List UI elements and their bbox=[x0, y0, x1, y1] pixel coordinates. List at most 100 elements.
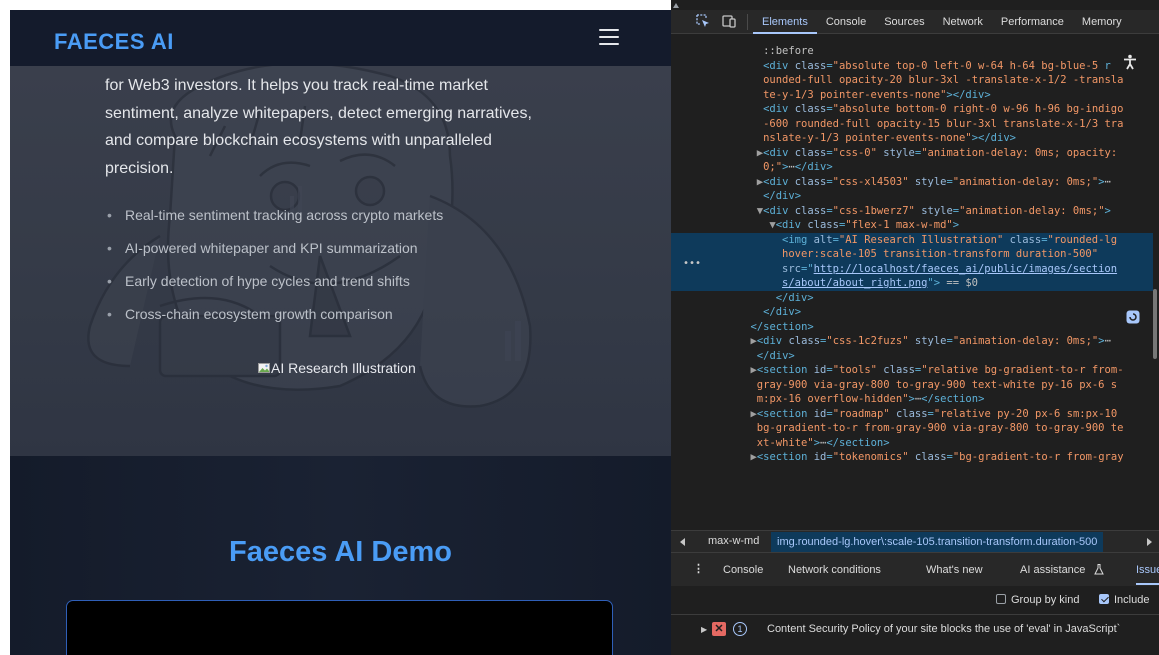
tab-sources[interactable]: Sources bbox=[875, 10, 933, 34]
dom-token-tag: </div> bbox=[763, 306, 802, 318]
dom-token-val: "AI Research Illustration" bbox=[838, 233, 1010, 246]
dom-node-line[interactable]: gray-900 via-gray-800 to-gray-900 text-w… bbox=[757, 378, 1117, 393]
dom-node-line[interactable]: ▼<div class="css-1bwerz7" style="animati… bbox=[757, 204, 1111, 219]
dom-token-val: "rounded-lg bbox=[1047, 233, 1118, 246]
dom-node-line[interactable]: </section> bbox=[751, 320, 814, 335]
dom-node-line[interactable]: te-y-1/3 pointer-events-none"></div> bbox=[763, 88, 991, 103]
dom-token-tag: </section> bbox=[750, 320, 814, 333]
group-by-kind-checkbox[interactable]: Group by kind bbox=[996, 594, 1079, 606]
dom-token-pseudo: == $0 bbox=[946, 277, 978, 289]
drawer-tabs: ⋮ Console Network conditions What's new … bbox=[671, 552, 1159, 586]
dom-node-line[interactable]: ▶<div class="css-1c2fuzs" style="animati… bbox=[751, 334, 1111, 349]
drawer-tab-whats-new[interactable]: What's new bbox=[926, 564, 983, 576]
dom-token-tag: </div> bbox=[775, 291, 814, 304]
dom-tree[interactable]: ::before <div class="absolute top-0 left-… bbox=[671, 34, 1159, 530]
dom-token-val: "absolute top-0 left-0 w-64 h-64 bg-blue… bbox=[832, 59, 1099, 72]
dom-node-line-selected[interactable]: <img alt="AI Research Illustration" clas… bbox=[671, 232, 1153, 247]
breadcrumb-item-max-w-md[interactable]: max-w-md bbox=[708, 535, 759, 547]
breadcrumb-left-icon[interactable] bbox=[679, 538, 687, 546]
dom-node-line[interactable]: </div> bbox=[757, 349, 795, 364]
dom-node-line-selected[interactable]: s/about/about_right.png"> == $0 bbox=[671, 276, 1153, 291]
ai-assist-badge-icon[interactable] bbox=[1126, 310, 1140, 324]
tab-console[interactable]: Console bbox=[817, 10, 875, 34]
dom-token-attr: id bbox=[813, 451, 827, 463]
dom-token-val: "animation-delay: 0ms; opacity: bbox=[921, 146, 1118, 159]
dom-node-line[interactable]: -600 rounded-full opacity-15 blur-3xl tr… bbox=[763, 117, 1123, 132]
dom-node-line[interactable]: nslate-y-1/3 pointer-events-none"></div> bbox=[763, 131, 1016, 146]
dom-token-tag: =" bbox=[800, 262, 814, 275]
site-logo[interactable]: FAECES AI bbox=[54, 29, 174, 55]
dom-node-line[interactable]: ounded-full opacity-20 blur-3xl -transla… bbox=[763, 73, 1123, 88]
dom-token-tag: <div bbox=[763, 204, 795, 217]
drawer-tab-issues[interactable]: Issues bbox=[1136, 564, 1159, 585]
dom-node-line[interactable]: </div> bbox=[776, 291, 814, 306]
dom-node-line[interactable]: xt-white">⋯</section> bbox=[757, 436, 890, 451]
drawer-tab-console[interactable]: Console bbox=[723, 564, 763, 576]
dom-token-attr: class bbox=[895, 407, 928, 420]
hamburger-menu-icon[interactable] bbox=[599, 29, 619, 45]
issues-filter-row: Group by kind Include bbox=[671, 586, 1159, 614]
dom-node-line[interactable]: <div class="absolute top-0 left-0 w-64 h… bbox=[763, 59, 1111, 74]
dom-node-line-selected[interactable]: src="http://localhost/faeces_ai/public/i… bbox=[671, 261, 1153, 276]
dom-node-line[interactable]: m:px-16 overflow-hidden">⋯</section> bbox=[757, 392, 985, 407]
dom-scrollbar[interactable] bbox=[1153, 34, 1159, 530]
element-actions-ellipsis[interactable]: ••• bbox=[683, 257, 701, 272]
dom-node-line[interactable]: ▶<section id="tools" class="relative bg-… bbox=[751, 363, 1124, 378]
dom-token-val: "animation-delay: 0ms;" bbox=[952, 175, 1099, 188]
tab-elements[interactable]: Elements bbox=[753, 10, 817, 34]
dom-token-val: "tokenomics" bbox=[832, 451, 915, 463]
dom-node-line[interactable]: ::before bbox=[763, 44, 814, 59]
dom-node-line[interactable]: ▶<section id="roadmap" class="relative p… bbox=[751, 407, 1118, 422]
breadcrumb-right-icon[interactable] bbox=[1145, 538, 1153, 546]
dom-token-tag: <div bbox=[775, 219, 808, 231]
drawer-menu-icon[interactable]: ⋮ bbox=[693, 562, 704, 575]
dom-node-line[interactable]: 0;">⋯</div> bbox=[763, 160, 833, 175]
dom-token-link: s/about/about_right.png bbox=[782, 277, 928, 289]
dom-node-line[interactable]: ▶<div class="css-xl4503" style="animatio… bbox=[757, 175, 1111, 190]
dom-node-line[interactable]: <div class="absolute bottom-0 right-0 w-… bbox=[763, 102, 1123, 117]
dom-token-val: xt-white" bbox=[756, 436, 814, 449]
dom-scrollbar-thumb[interactable] bbox=[1153, 289, 1157, 359]
drawer-tab-network-conditions[interactable]: Network conditions bbox=[788, 564, 881, 576]
dom-token-tag: </section> bbox=[826, 436, 890, 449]
dom-token-val: te-y-1/3 pointer-events-none" bbox=[763, 88, 947, 101]
dom-node-line[interactable]: </div> bbox=[763, 189, 801, 204]
dom-token-tag: <div bbox=[763, 175, 795, 188]
dom-token-attr: class bbox=[788, 335, 821, 347]
dom-token-val: "css-0" bbox=[832, 146, 884, 159]
dom-token-tag: r bbox=[1098, 59, 1111, 72]
dom-token-tag: <section bbox=[756, 364, 814, 376]
dom-token-val: "css-1bwerz7" bbox=[832, 204, 922, 217]
dom-token-tag: </div> bbox=[794, 161, 833, 173]
tab-network[interactable]: Network bbox=[934, 10, 992, 34]
scroll-up-arrow-icon[interactable] bbox=[671, 0, 681, 10]
group-by-kind-label: Group by kind bbox=[1011, 594, 1080, 606]
broken-image-ai-research-illustration[interactable]: AI Research Illustration bbox=[258, 360, 416, 376]
site-header: FAECES AI bbox=[10, 10, 671, 66]
accessibility-icon[interactable] bbox=[1123, 54, 1137, 70]
breadcrumb-item-img[interactable]: img.rounded-lg.hover\:scale-105.transiti… bbox=[771, 532, 1104, 552]
dom-node-line-selected[interactable]: hover:scale-105 transition-transform dur… bbox=[671, 247, 1153, 262]
expand-issue-icon[interactable]: ▶ bbox=[701, 625, 707, 634]
inspect-element-icon[interactable] bbox=[695, 13, 711, 29]
dom-node-line[interactable]: </div> bbox=[763, 305, 801, 320]
dom-token-tag: ></div> bbox=[946, 88, 991, 101]
about-paragraph: for Web3 investors. It helps you track r… bbox=[105, 72, 575, 182]
dom-token-attr: style bbox=[921, 204, 953, 217]
include-checkbox[interactable]: Include bbox=[1099, 594, 1149, 606]
about-section: for Web3 investors. It helps you track r… bbox=[10, 66, 671, 456]
tab-memory[interactable]: Memory bbox=[1073, 10, 1131, 34]
dom-node-line[interactable]: bg-gradient-to-r from-gray-900 via-gray-… bbox=[757, 421, 1124, 436]
tab-performance[interactable]: Performance bbox=[992, 10, 1073, 34]
demo-video-frame[interactable] bbox=[66, 600, 613, 655]
devtools-toolbar: Elements Console Sources Network Perform… bbox=[671, 10, 1159, 34]
broken-image-icon bbox=[258, 363, 270, 373]
device-toolbar-icon[interactable] bbox=[721, 13, 737, 29]
dom-node-line[interactable]: ▶<div class="css-0" style="animation-del… bbox=[757, 146, 1117, 161]
dom-token-val: 0;" bbox=[763, 161, 783, 173]
dom-token-attr: id bbox=[813, 407, 827, 420]
dom-node-line[interactable]: ▶<section id="tokenomics" class="bg-grad… bbox=[751, 450, 1124, 465]
drawer-tab-ai-assistance[interactable]: AI assistance bbox=[1020, 564, 1085, 576]
issue-item[interactable]: ▶ ✕ 1 Content Security Policy of your si… bbox=[671, 614, 1159, 646]
dom-node-line[interactable]: ▼<div class="flex-1 max-w-md"> bbox=[769, 218, 959, 233]
